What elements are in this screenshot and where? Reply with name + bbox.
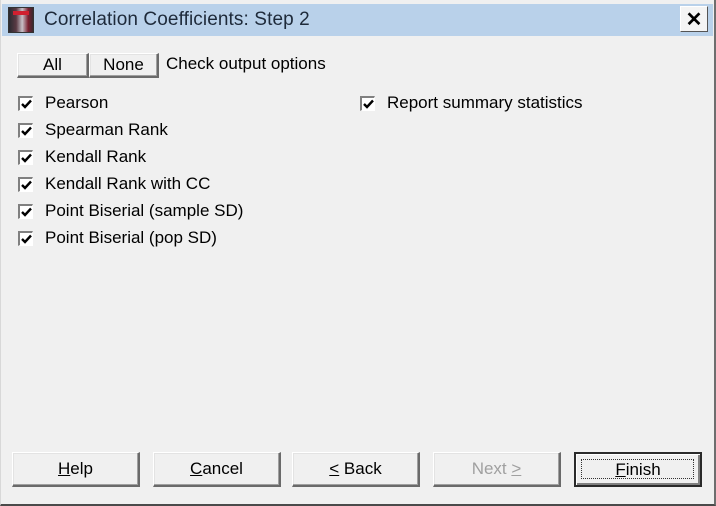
checkbox-box[interactable] xyxy=(360,95,375,111)
finish-button[interactable]: Finish xyxy=(574,452,702,487)
checkbox-report-summary-statistics[interactable]: Report summary statistics xyxy=(360,92,583,114)
checkbox-label: Kendall Rank xyxy=(45,147,147,166)
checkbox-kendall-rank-with-cc[interactable]: Kendall Rank with CC xyxy=(18,173,210,195)
checkbox-box[interactable] xyxy=(18,203,33,219)
back-button[interactable]: < Back xyxy=(292,452,420,487)
checkmark-icon xyxy=(21,126,32,136)
back-button-label: < Back xyxy=(329,459,382,478)
next-button-label: Next > xyxy=(471,459,522,478)
close-icon: ✕ xyxy=(685,8,703,31)
none-button-label: None xyxy=(103,55,144,74)
checkbox-label: Kendall Rank with CC xyxy=(45,174,211,193)
next-button[interactable]: Next > xyxy=(433,452,561,487)
cancel-button[interactable]: Cancel xyxy=(153,452,281,487)
checkbox-label: Report summary statistics xyxy=(387,93,583,112)
checkbox-box[interactable] xyxy=(18,122,33,138)
all-button[interactable]: All xyxy=(17,53,89,78)
cancel-button-label: Cancel xyxy=(190,459,243,478)
checkmark-icon xyxy=(21,99,32,109)
checkbox-label: Point Biserial (pop SD) xyxy=(45,228,217,247)
checkbox-box[interactable] xyxy=(18,149,33,165)
checkmark-icon xyxy=(363,99,374,109)
window-title: Correlation Coefficients: Step 2 xyxy=(44,9,310,30)
all-button-label: All xyxy=(43,55,62,74)
checkbox-pearson[interactable]: Pearson xyxy=(18,92,108,114)
dialog-window: Correlation Coefficients: Step 2 ✕ All N… xyxy=(0,0,716,506)
checkmark-icon xyxy=(21,234,32,244)
checkbox-box[interactable] xyxy=(18,95,33,111)
checkbox-label: Point Biserial (sample SD) xyxy=(45,201,244,220)
checkbox-kendall-rank[interactable]: Kendall Rank xyxy=(18,146,146,168)
checkmark-icon xyxy=(21,207,32,217)
instruction-text: Check output options xyxy=(166,54,326,73)
help-button-label: Help xyxy=(58,459,93,478)
title-bar: Correlation Coefficients: Step 2 ✕ xyxy=(2,4,713,36)
focus-rectangle xyxy=(581,459,694,479)
checkbox-label: Spearman Rank xyxy=(45,120,168,139)
checkbox-box[interactable] xyxy=(18,230,33,246)
help-button[interactable]: Help xyxy=(12,452,140,487)
checkmark-icon xyxy=(21,153,32,163)
none-button[interactable]: None xyxy=(89,53,159,78)
checkbox-label: Pearson xyxy=(45,93,109,112)
app-icon xyxy=(8,7,34,33)
checkbox-spearman-rank[interactable]: Spearman Rank xyxy=(18,119,168,141)
close-button[interactable]: ✕ xyxy=(680,6,708,32)
checkmark-icon xyxy=(21,180,32,190)
checkbox-box[interactable] xyxy=(18,176,33,192)
checkbox-point-biserial-pop-sd[interactable]: Point Biserial (pop SD) xyxy=(18,227,217,249)
checkbox-point-biserial-sample-sd[interactable]: Point Biserial (sample SD) xyxy=(18,200,243,222)
